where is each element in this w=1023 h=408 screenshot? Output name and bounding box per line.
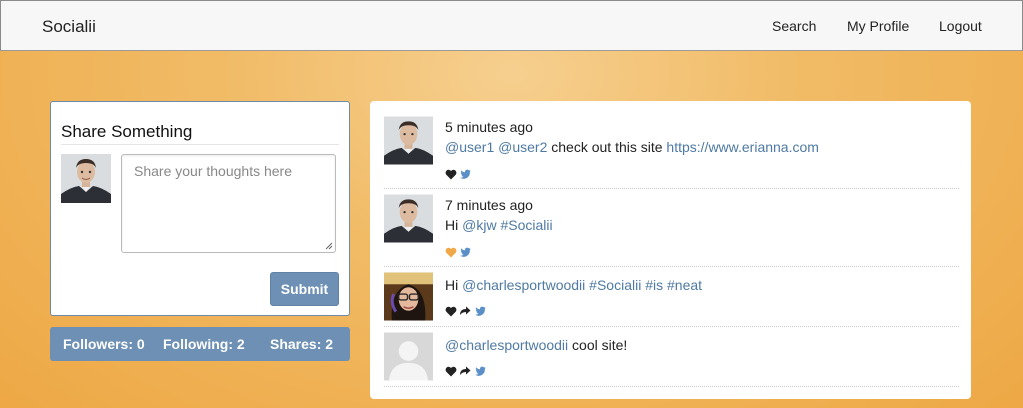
feed-post: @charlesportwoodii cool site! bbox=[384, 332, 959, 384]
post-divider bbox=[384, 326, 959, 327]
submit-button[interactable]: Submit bbox=[270, 272, 339, 306]
feed-post: 5 minutes ago @user1 @user2 check out th… bbox=[384, 116, 959, 186]
twitter-icon[interactable] bbox=[475, 366, 486, 376]
user-avatar bbox=[61, 154, 111, 203]
mention-link[interactable]: @user1 bbox=[445, 139, 494, 155]
post-text: Hi bbox=[445, 277, 463, 293]
feed-post: Hi @charlesportwoodii #Socialii #is #nea… bbox=[384, 272, 959, 324]
post-text: check out this site bbox=[547, 139, 667, 155]
post-body: Hi @kjw #Socialii bbox=[445, 217, 553, 233]
post-body: Hi @charlesportwoodii #Socialii #is #nea… bbox=[445, 277, 702, 293]
share-something-panel: Share Something Share your thoughts here… bbox=[50, 101, 350, 316]
mention-link[interactable]: @charlesportwoodii bbox=[462, 277, 585, 293]
shares-count[interactable]: Shares: 2 bbox=[270, 336, 333, 352]
post-divider bbox=[384, 386, 959, 387]
share-arrow-icon[interactable] bbox=[459, 366, 471, 376]
stats-bar: Followers: 0 Following: 2 Shares: 2 bbox=[50, 327, 350, 361]
mention-link[interactable]: @charlesportwoodii bbox=[445, 337, 568, 353]
post-body: @user1 @user2 check out this site https:… bbox=[445, 139, 819, 155]
post-text: Hi bbox=[445, 217, 463, 233]
top-navbar: Socialii Search My Profile Logout bbox=[0, 0, 1023, 51]
feed-panel: 5 minutes ago @user1 @user2 check out th… bbox=[370, 101, 971, 399]
heart-icon[interactable] bbox=[445, 247, 457, 258]
mention-link[interactable]: @user2 bbox=[498, 139, 547, 155]
feed-post: 7 minutes ago Hi @kjw #Socialii bbox=[384, 194, 959, 264]
hashtag-link[interactable]: #is bbox=[645, 277, 663, 293]
nav-search-link[interactable]: Search bbox=[772, 18, 816, 34]
heart-icon[interactable] bbox=[445, 366, 457, 377]
mention-link[interactable]: @kjw bbox=[462, 217, 496, 233]
following-count[interactable]: Following: 2 bbox=[163, 336, 245, 352]
post-divider bbox=[384, 188, 959, 189]
post-timestamp: 7 minutes ago bbox=[445, 197, 533, 213]
nav-my-profile-link[interactable]: My Profile bbox=[847, 18, 909, 34]
url-link[interactable]: https://www.erianna.com bbox=[666, 139, 819, 155]
heart-icon[interactable] bbox=[445, 306, 457, 317]
nav-logout-link[interactable]: Logout bbox=[939, 18, 982, 34]
post-divider bbox=[384, 266, 959, 267]
brand-logo[interactable]: Socialii bbox=[42, 17, 96, 37]
post-avatar[interactable] bbox=[384, 116, 433, 165]
hashtag-link[interactable]: #Socialii bbox=[500, 217, 552, 233]
twitter-icon[interactable] bbox=[475, 306, 486, 316]
post-avatar[interactable] bbox=[384, 272, 433, 321]
share-arrow-icon[interactable] bbox=[459, 306, 471, 316]
share-input-placeholder: Share your thoughts here bbox=[134, 163, 292, 179]
resize-grip-icon[interactable] bbox=[325, 242, 333, 250]
twitter-icon[interactable] bbox=[460, 247, 471, 257]
hashtag-link[interactable]: #neat bbox=[667, 277, 702, 293]
post-timestamp: 5 minutes ago bbox=[445, 119, 533, 135]
hashtag-link[interactable]: #Socialii bbox=[589, 277, 641, 293]
twitter-icon[interactable] bbox=[460, 169, 471, 179]
post-body: @charlesportwoodii cool site! bbox=[445, 337, 627, 353]
post-avatar[interactable] bbox=[384, 194, 433, 243]
default-avatar[interactable] bbox=[384, 332, 433, 381]
heart-icon[interactable] bbox=[445, 169, 457, 180]
share-thoughts-input[interactable]: Share your thoughts here bbox=[121, 154, 336, 253]
share-panel-title: Share Something bbox=[61, 122, 339, 145]
followers-count[interactable]: Followers: 0 bbox=[63, 336, 145, 352]
post-text: cool site! bbox=[568, 337, 628, 353]
